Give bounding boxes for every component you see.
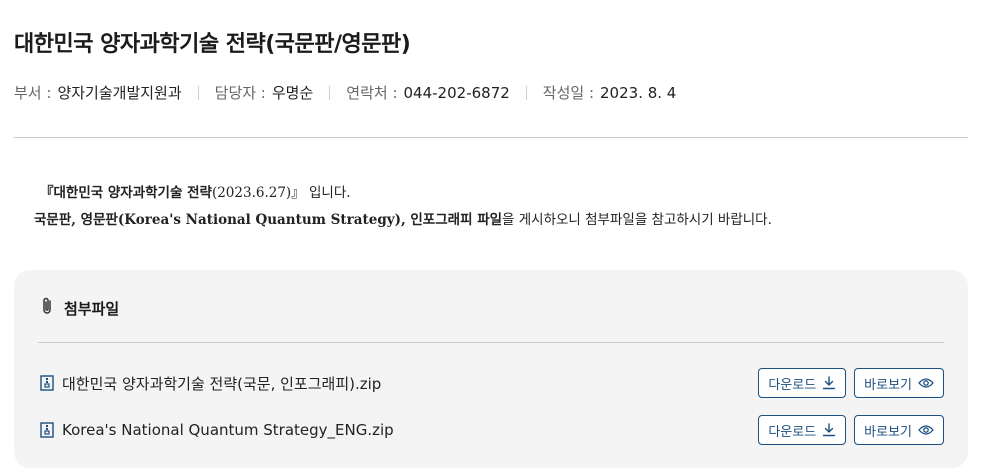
body-line-1: 『대한민국 양자과학기술 전략(2023.6.27)』 입니다. xyxy=(34,180,772,207)
paperclip-icon xyxy=(40,296,54,320)
attachments-panel: 첨부파일 대한민국 양자과학기술 전략(국문, 인포그래피).zip 다운로드 … xyxy=(14,270,968,468)
dept-label: 부서 : xyxy=(14,84,52,102)
body-line-2: 국문판, 영문판(Korea's National Quantum Strate… xyxy=(34,207,772,234)
body-strategy-date: (2023.6.27) xyxy=(211,185,292,201)
download-button[interactable]: 다운로드 xyxy=(758,415,847,445)
download-icon xyxy=(822,376,836,390)
zip-file-icon xyxy=(40,422,54,438)
body-file-types: 국문판, 영문판(Korea's National Quantum Strate… xyxy=(34,212,503,228)
manager-label: 담당자 : xyxy=(214,84,266,102)
attachment-actions: 다운로드 바로보기 xyxy=(758,368,944,398)
preview-label: 바로보기 xyxy=(864,424,912,440)
preview-button[interactable]: 바로보기 xyxy=(854,415,944,445)
download-label: 다운로드 xyxy=(768,377,817,393)
contact-value: 044-202-6872 xyxy=(403,83,510,102)
eye-icon xyxy=(918,378,934,388)
attachment-name[interactable]: 대한민국 양자과학기술 전략(국문, 인포그래피).zip xyxy=(62,373,381,394)
header-divider xyxy=(14,137,968,138)
eye-icon xyxy=(918,425,934,435)
body-strategy-title: 『대한민국 양자과학기술 전략 xyxy=(40,185,212,201)
attachment-item: 대한민국 양자과학기술 전략(국문, 인포그래피).zip 다운로드 바로보기 xyxy=(40,367,944,399)
post-meta: 부서 : 양자기술개발지원과 담당자 : 우명순 연락처 : 044-202-6… xyxy=(14,82,676,103)
attachment-actions: 다운로드 바로보기 xyxy=(758,415,944,445)
page-title: 대한민국 양자과학기술 전략(국문판/영문판) xyxy=(14,32,411,57)
attachments-divider xyxy=(38,342,944,343)
body-line-2-rest: 을 게시하오니 첨부파일을 참고하시기 바랍니다. xyxy=(502,212,772,228)
preview-label: 바로보기 xyxy=(864,377,912,393)
body-line-1-end: 』 입니다. xyxy=(291,185,351,201)
attachments-heading: 첨부파일 xyxy=(64,299,120,318)
attachment-name[interactable]: Korea's National Quantum Strategy_ENG.zi… xyxy=(62,421,394,439)
manager-value: 우명순 xyxy=(271,84,314,102)
download-icon xyxy=(822,423,836,437)
meta-separator xyxy=(525,85,527,100)
contact-label: 연락처 : xyxy=(346,84,398,102)
date-value: 2023. 8. 4 xyxy=(600,83,677,102)
attachment-item: Korea's National Quantum Strategy_ENG.zi… xyxy=(40,414,944,446)
date-label: 작성일 : xyxy=(542,84,595,102)
dept-value: 양자기술개발지원과 xyxy=(57,84,182,102)
meta-separator xyxy=(329,85,331,100)
download-label: 다운로드 xyxy=(768,424,817,440)
preview-button[interactable]: 바로보기 xyxy=(854,368,944,398)
zip-file-icon xyxy=(40,375,54,391)
download-button[interactable]: 다운로드 xyxy=(758,368,847,398)
meta-separator xyxy=(197,85,199,100)
post-body: 『대한민국 양자과학기술 전략(2023.6.27)』 입니다. 국문판, 영문… xyxy=(34,180,772,234)
attachments-header: 첨부파일 xyxy=(40,296,119,320)
